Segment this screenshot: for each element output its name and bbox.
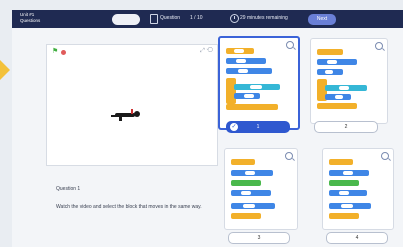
code-block [231, 180, 261, 186]
code-block [234, 93, 260, 99]
answer-card-4[interactable] [322, 148, 394, 230]
code-block [231, 170, 273, 176]
code-block [329, 170, 369, 176]
character-sprite-icon [111, 109, 140, 121]
question-icon [150, 14, 158, 24]
answer-option-1-label: 1 [256, 124, 260, 130]
code-block [317, 49, 343, 55]
menu-pill-button[interactable] [112, 14, 140, 25]
answer-card-2[interactable] [310, 38, 388, 124]
question-prompt: Watch the video and select the block tha… [56, 204, 202, 210]
code-block [329, 180, 359, 186]
code-block [231, 159, 255, 165]
code-block [329, 203, 371, 209]
code-block [231, 190, 271, 196]
top-bar: Unit #1 Questions Question 1 / 10 29 min… [12, 10, 403, 28]
next-button[interactable]: Next [308, 14, 336, 25]
stage-preview[interactable]: ⚑ ⤢ ⟲ [46, 44, 218, 166]
answer-card-3[interactable] [224, 148, 298, 230]
question-count: 1 / 10 [190, 15, 203, 21]
answer-option-4[interactable]: 4 [326, 232, 388, 244]
question-number: Question 1 [56, 186, 81, 192]
code-block [231, 203, 275, 209]
zoom-icon[interactable] [286, 41, 294, 49]
zoom-icon[interactable] [285, 152, 293, 160]
zoom-icon[interactable] [381, 152, 389, 160]
answer-option-4-label: 4 [355, 235, 359, 241]
time-remaining: 29 minutes remaining [240, 15, 288, 21]
code-block [226, 68, 272, 74]
question-label: Question [160, 15, 181, 21]
answer-option-2[interactable]: 2 [314, 121, 378, 133]
answer-option-1[interactable]: ✓ 1 [226, 121, 290, 133]
stop-icon[interactable] [61, 50, 66, 55]
stage-tools-icons[interactable]: ⤢ ⟲ [200, 48, 213, 55]
answer-option-2-label: 2 [344, 124, 348, 130]
answer-option-3[interactable]: 3 [228, 232, 290, 244]
quiz-app: Unit #1 Questions Question 1 / 10 29 min… [12, 10, 403, 247]
green-flag-icon[interactable]: ⚑ [52, 48, 58, 55]
code-block [329, 190, 367, 196]
code-block [317, 69, 343, 75]
code-block [329, 159, 353, 165]
code-block [226, 58, 266, 64]
clock-icon [230, 14, 239, 23]
unit-title-line2: Questions [20, 17, 41, 23]
code-block [317, 103, 357, 109]
code-block [231, 213, 261, 219]
code-block [325, 94, 351, 100]
unit-title: Unit #1 Questions [20, 12, 60, 23]
check-icon: ✓ [230, 123, 238, 131]
code-block [226, 104, 278, 110]
code-block [329, 213, 359, 219]
code-block [226, 48, 254, 54]
code-block [234, 84, 280, 90]
code-block [226, 78, 236, 104]
code-block [325, 85, 367, 91]
answer-option-3-label: 3 [257, 235, 261, 241]
code-block [317, 59, 357, 65]
answer-card-1[interactable] [218, 36, 300, 130]
zoom-icon[interactable] [375, 42, 383, 50]
